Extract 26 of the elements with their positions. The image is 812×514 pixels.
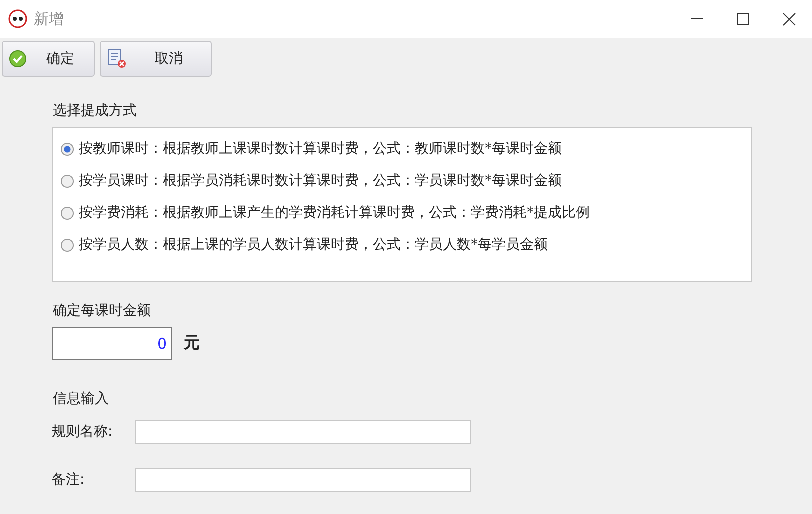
radio-button[interactable] bbox=[61, 174, 74, 188]
option-label: 按学员课时：根据学员消耗课时数计算课时费，公式：学员课时数*每课时金额 bbox=[79, 172, 562, 190]
text-field[interactable] bbox=[135, 420, 471, 444]
option-label: 按学员人数：根据上课的学员人数计算课时费，公式：学员人数*每学员金额 bbox=[79, 236, 548, 254]
option-label: 按教师课时：根据教师上课课时数计算课时费，公式：教师课时数*每课时金额 bbox=[79, 140, 562, 158]
section-label: 信息输入 bbox=[53, 390, 110, 408]
window-title: 新增 bbox=[34, 10, 65, 28]
confirm-button[interactable]: 确定 bbox=[2, 41, 95, 77]
maximize-icon[interactable] bbox=[737, 13, 749, 25]
text-field[interactable] bbox=[135, 468, 471, 492]
close-icon[interactable] bbox=[782, 12, 796, 26]
check-icon bbox=[9, 50, 27, 68]
minimize-icon[interactable] bbox=[691, 18, 703, 20]
section-label: 选择提成方式 bbox=[53, 102, 138, 120]
option-label: 按学费消耗：根据教师上课产生的学费消耗计算课时费，公式：学费消耗*提成比例 bbox=[79, 204, 590, 222]
document-delete-icon bbox=[107, 49, 127, 69]
amount-field[interactable]: 0 bbox=[52, 327, 172, 360]
field-label: 备注: bbox=[52, 471, 86, 489]
radio-button[interactable] bbox=[61, 238, 74, 252]
unit-label: 元 bbox=[184, 333, 200, 354]
radio-button[interactable] bbox=[61, 142, 74, 156]
field-label: 确定每课时金额 bbox=[53, 302, 152, 320]
radio-button[interactable] bbox=[61, 206, 74, 220]
app-logo-icon bbox=[8, 9, 28, 29]
cancel-button[interactable]: 取消 bbox=[100, 41, 212, 77]
field-label: 规则名称: bbox=[52, 423, 114, 441]
